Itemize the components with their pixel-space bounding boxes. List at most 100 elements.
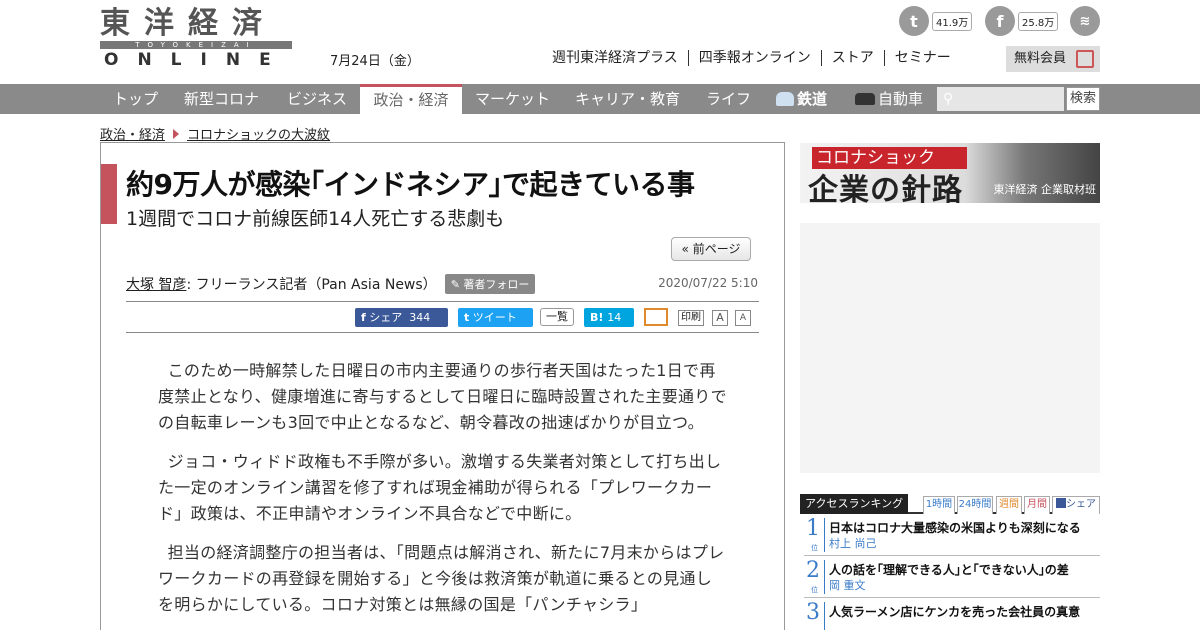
current-date: 7月24日（金）: [330, 54, 420, 69]
nav-car[interactable]: 自動車: [855, 84, 923, 114]
rss-icon: ≋: [1070, 6, 1100, 36]
rank-author: 村上 尚己: [829, 537, 877, 550]
author-follow-button[interactable]: ✎ 著者フォロー: [444, 274, 536, 294]
facebook-share-icon: f: [361, 311, 366, 324]
prev-page-button[interactable]: « 前ページ: [671, 237, 751, 261]
ranking-item[interactable]: 3 人気ラーメン店にケンカを売った会社員の真意: [804, 598, 1100, 630]
banner-title: 企業の針路: [808, 173, 963, 203]
title-accent-bar: [101, 164, 117, 224]
rank-title: 人気ラーメン店にケンカを売った会社員の真意: [829, 605, 1081, 619]
nav-car-label: 自動車: [878, 90, 924, 108]
logo-bar: TOYOKEIZAI: [100, 41, 292, 49]
article-title: 約9万人が感染｢インドネシア｣で起きている事: [126, 168, 695, 201]
rank-title: 日本はコロナ大量感染の米国よりも深刻になる: [829, 521, 1081, 535]
mail-icon[interactable]: [644, 308, 668, 326]
search-button[interactable]: 検索: [1066, 87, 1100, 111]
top-link-seminar[interactable]: セミナー: [885, 50, 961, 66]
gift-icon: [1076, 50, 1094, 68]
car-icon: [855, 93, 875, 105]
hatena-bookmark-button[interactable]: B! 14: [584, 308, 634, 327]
rank-author: 岡 重文: [829, 579, 866, 592]
nav-railway-label: 鉄道: [797, 90, 828, 108]
ranking-tab-share[interactable]: シェア: [1052, 496, 1100, 514]
tweet-list-button[interactable]: 一覧: [540, 308, 574, 326]
logo-japanese: 東洋経済: [100, 6, 276, 41]
twitter-count: 41.9万: [932, 11, 973, 31]
search-icon: ⚲: [943, 91, 954, 107]
twitter-icon: t: [899, 6, 929, 36]
twitter-follow[interactable]: t 41.9万: [899, 6, 973, 36]
article-paragraph: ジョコ・ウィドド政権も不手際が多い。激増する失業者対策として打ち出した一定のオン…: [158, 452, 722, 523]
hatena-count: 14: [607, 311, 622, 324]
print-button[interactable]: 印刷: [678, 310, 704, 326]
rank-number: 1: [806, 516, 820, 541]
breadcrumb: 政治・経済 コロナショックの大波紋: [100, 124, 330, 143]
article-paragraph: このため一時解禁した日曜日の市内主要通りの歩行者天国はたった1日で再度禁止となり…: [158, 361, 727, 432]
ranking-tab-24h[interactable]: 24時間: [957, 496, 993, 514]
nav-politics-economy[interactable]: 政治・経済: [360, 84, 462, 114]
ranking-title: アクセスランキング: [800, 494, 909, 514]
fb-share-count: 344: [409, 311, 431, 324]
nav-railway[interactable]: 鉄道: [776, 84, 827, 114]
author-line: 大塚 智彦 : フリーランス記者（Pan Asia News） ✎ 著者フォロー: [126, 274, 536, 294]
site-logo[interactable]: 東洋経済 TOYOKEIZAI ONLINE: [100, 8, 292, 70]
article-paragraph: 担当の経済調整庁の担当者は、「問題点は解消され、新たに7月末からはプレワークカー…: [158, 543, 725, 614]
facebook-share-button[interactable]: f シェア 344: [355, 308, 448, 327]
font-small-button[interactable]: A: [735, 310, 751, 326]
tweet-button[interactable]: t ツイート: [458, 308, 533, 327]
rss-link[interactable]: ≋: [1070, 6, 1100, 36]
ranking-tab-weekly[interactable]: 週間: [996, 496, 1022, 514]
banner-source: 東洋経済 企業取材班: [993, 183, 1097, 196]
rank-divider: [824, 518, 825, 552]
facebook-small-icon: [1056, 498, 1066, 508]
facebook-follow[interactable]: f 25.8万: [985, 6, 1059, 36]
access-ranking: アクセスランキング 1時間 24時間 週間 月間 シェア 1 位 日本はコロナ大…: [800, 494, 1100, 630]
rank-divider: [824, 602, 825, 630]
follow-label: 著者フォロー: [463, 278, 530, 291]
nav-top[interactable]: トップ: [113, 84, 158, 114]
top-link-toyo-plus[interactable]: 週刊東洋経済プラス: [542, 50, 689, 66]
rank-suffix: 位: [811, 544, 818, 552]
rank-suffix: 位: [811, 586, 818, 594]
top-links: 週刊東洋経済プラス 四季報オンライン ストア セミナー: [542, 50, 961, 66]
rank-title: 人の話を｢理解できる人｣と｢できない人｣の差: [829, 563, 1069, 577]
ranking-tab-monthly[interactable]: 月間: [1024, 496, 1050, 514]
corona-shock-banner[interactable]: コロナショック 企業の針路 東洋経済 企業取材班: [800, 143, 1100, 203]
rank-number: 2: [806, 558, 820, 583]
ad-slot: [800, 223, 1100, 473]
breadcrumb-politics[interactable]: 政治・経済: [100, 124, 165, 143]
ranking-item[interactable]: 1 位 日本はコロナ大量感染の米国よりも深刻になる 村上 尚己: [804, 514, 1100, 556]
fb-share-label: シェア: [369, 311, 403, 324]
ranking-tab-1h[interactable]: 1時間: [923, 496, 955, 514]
breadcrumb-corona-shock[interactable]: コロナショックの大波紋: [187, 124, 330, 143]
author-role: : フリーランス記者（Pan Asia News）: [186, 277, 437, 293]
nav-life[interactable]: ライフ: [706, 84, 751, 114]
font-large-button[interactable]: A: [712, 310, 728, 326]
top-link-store[interactable]: ストア: [822, 50, 885, 66]
rank-divider: [824, 560, 825, 594]
nav-corona[interactable]: 新型コロナ: [184, 84, 259, 114]
top-link-shikiho[interactable]: 四季報オンライン: [689, 50, 822, 66]
free-member-button[interactable]: 無料会員: [1006, 46, 1100, 72]
rank-number: 3: [806, 600, 820, 625]
published-date: 2020/07/22 5:10: [658, 276, 758, 290]
nav-career[interactable]: キャリア・教育: [575, 84, 680, 114]
facebook-count: 25.8万: [1018, 11, 1059, 31]
article-subtitle: 1週間でコロナ前線医師14人死亡する悲劇も: [126, 208, 505, 230]
site-header: 東洋経済 TOYOKEIZAI ONLINE 7月24日（金） 週刊東洋経済プラ…: [0, 0, 1200, 84]
article-body: このため一時解禁した日曜日の市内主要通りの歩行者天国はたった1日で再度禁止となり…: [158, 358, 728, 630]
article: 約9万人が感染｢インドネシア｣で起きている事 1週間でコロナ前線医師14人死亡す…: [100, 142, 785, 630]
tweet-label: ツイート: [472, 311, 517, 324]
share-bar: f シェア 344 t ツイート 一覧 B! 14 印刷 A A: [126, 301, 759, 333]
ranking-item[interactable]: 2 位 人の話を｢理解できる人｣と｢できない人｣の差 岡 重文: [804, 556, 1100, 598]
ranking-tab-share-label: シェア: [1066, 499, 1096, 510]
nav-business[interactable]: ビジネス: [287, 84, 347, 114]
logo-english: ONLINE: [104, 50, 290, 70]
train-icon: [776, 92, 794, 106]
ranking-header: アクセスランキング 1時間 24時間 週間 月間 シェア: [800, 494, 1100, 514]
author-name[interactable]: 大塚 智彦: [126, 274, 186, 294]
hatena-icon: B!: [590, 311, 604, 324]
nav-market[interactable]: マーケット: [475, 84, 550, 114]
person-icon: ✎: [450, 278, 460, 291]
breadcrumb-arrow-icon: [173, 128, 180, 139]
